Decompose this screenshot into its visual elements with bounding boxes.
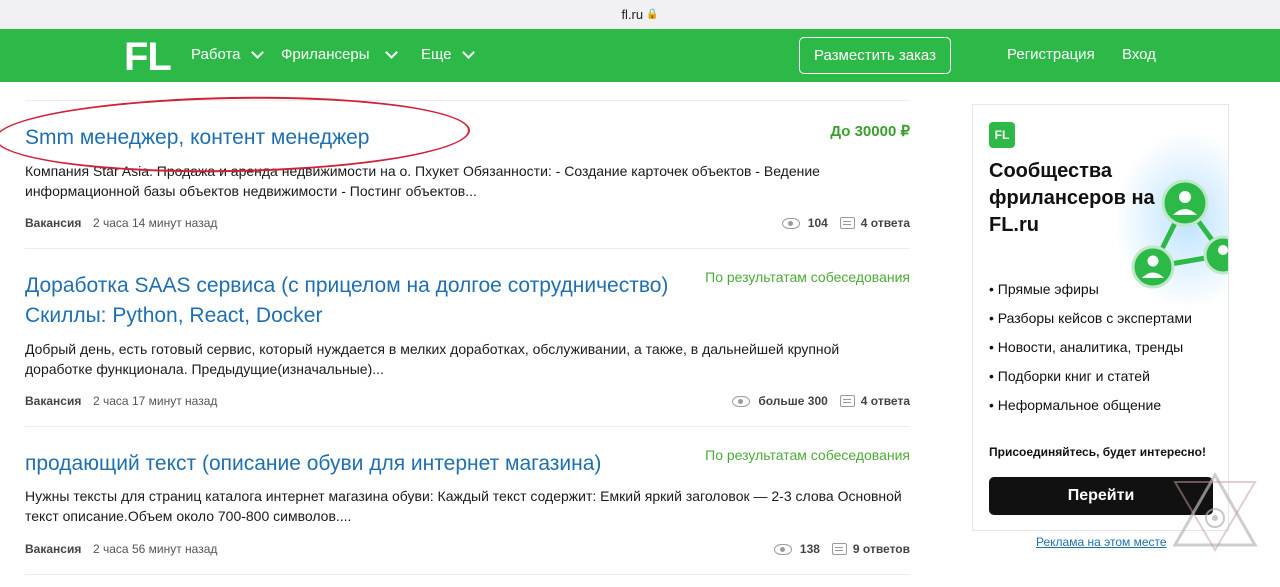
chevron-down-icon bbox=[250, 45, 264, 59]
ad-place-link[interactable]: Реклама на этом месте bbox=[1036, 535, 1167, 549]
job-stats: 138 9 ответов bbox=[773, 542, 910, 556]
job-answers[interactable]: 4 ответа bbox=[861, 394, 910, 408]
ad-bullet: Подборки книг и статей bbox=[989, 362, 1192, 391]
job-meta: Вакансия 2 часа 17 минут назад больше 30… bbox=[25, 394, 910, 412]
ad-bullet: Новости, аналитика, тренды bbox=[989, 333, 1192, 362]
ad-bullets: Прямые эфиры Разборы кейсов с экспертами… bbox=[989, 275, 1192, 420]
job-price: До 30000 ₽ bbox=[830, 123, 910, 140]
ad-bullet: Неформальное общение bbox=[989, 391, 1192, 420]
job-meta: Вакансия 2 часа 56 минут назад 138 9 отв… bbox=[25, 542, 910, 560]
job-type: Вакансия bbox=[25, 216, 82, 230]
lock-icon: 🔒 bbox=[646, 9, 659, 20]
comment-icon bbox=[839, 395, 855, 407]
job-views: 138 bbox=[799, 542, 820, 556]
chevron-down-icon bbox=[385, 45, 399, 59]
comment-icon bbox=[831, 543, 847, 555]
fl-logo[interactable]: FL bbox=[124, 35, 172, 80]
ad-fl-logo: FL bbox=[989, 122, 1015, 148]
nav-item-label: Работа bbox=[191, 46, 241, 63]
job-time: 2 часа 56 минут назад bbox=[93, 542, 218, 556]
eye-icon bbox=[781, 217, 800, 229]
comment-icon bbox=[839, 217, 855, 229]
job-type: Вакансия bbox=[25, 394, 82, 408]
divider bbox=[25, 100, 910, 101]
top-nav: FL Работа Фрилансеры Еще Разместить зака… bbox=[0, 29, 1280, 82]
ad-bullet: Разборы кейсов с экспертами bbox=[989, 304, 1192, 333]
job-time: 2 часа 17 минут назад bbox=[93, 394, 218, 408]
eye-icon bbox=[732, 395, 751, 407]
job-answers[interactable]: 9 ответов bbox=[853, 542, 910, 556]
nav-item-freelancers[interactable]: Фрилансеры bbox=[281, 45, 399, 63]
register-link[interactable]: Регистрация bbox=[1007, 46, 1095, 63]
job-type: Вакансия bbox=[25, 542, 82, 556]
job-title[interactable]: Доработка SAAS сервиса (с прицелом на до… bbox=[25, 271, 705, 331]
nav-item-work[interactable]: Работа bbox=[191, 45, 264, 63]
eye-icon bbox=[773, 543, 792, 555]
ad-bullet: Прямые эфиры bbox=[989, 275, 1192, 304]
job-description: Добрый день, есть готовый сервис, которы… bbox=[25, 341, 840, 377]
job-time: 2 часа 14 минут назад bbox=[93, 216, 218, 230]
browser-url-bar[interactable]: fl.ru 🔒 bbox=[0, 0, 1280, 29]
nav-item-label: Еще bbox=[421, 46, 452, 63]
job-stats: больше 300 4 ответа bbox=[732, 394, 910, 408]
ad-title: Сообщества фрилансеров на FL.ru bbox=[989, 160, 1155, 236]
job-title[interactable]: Smm менеджер, контент менеджер bbox=[25, 123, 705, 153]
job-answers[interactable]: 4 ответа bbox=[861, 216, 910, 230]
ad-banner[interactable]: FL Сообщества фрилансеров на FL.ru Прямы… bbox=[972, 104, 1229, 531]
watermark-logo bbox=[1172, 471, 1258, 552]
post-order-button[interactable]: Разместить заказ bbox=[799, 37, 951, 74]
ad-cta-text: Присоединяйтесь, будет интересно! bbox=[989, 445, 1206, 459]
divider bbox=[25, 574, 910, 575]
divider bbox=[25, 248, 910, 249]
login-link[interactable]: Вход bbox=[1122, 46, 1156, 63]
divider bbox=[25, 426, 910, 427]
job-stats: 104 4 ответа bbox=[781, 216, 910, 230]
job-price: По результатам собеседования bbox=[705, 269, 910, 285]
nav-item-label: Фрилансеры bbox=[281, 46, 370, 63]
chevron-down-icon bbox=[461, 45, 475, 59]
job-views: 104 bbox=[807, 216, 828, 230]
job-meta: Вакансия 2 часа 14 минут назад 104 4 отв… bbox=[25, 216, 910, 234]
job-price: По результатам собеседования bbox=[705, 447, 910, 463]
job-description: Компания Star Asia. Продажа и аренда нед… bbox=[25, 163, 820, 199]
job-views: больше 300 bbox=[758, 394, 828, 408]
job-title[interactable]: продающий текст (описание обуви для инте… bbox=[25, 449, 705, 479]
nav-item-more[interactable]: Еще bbox=[421, 45, 475, 63]
url-text: fl.ru bbox=[621, 7, 644, 22]
job-description: Нужны тексты для страниц каталога интерн… bbox=[25, 488, 902, 524]
